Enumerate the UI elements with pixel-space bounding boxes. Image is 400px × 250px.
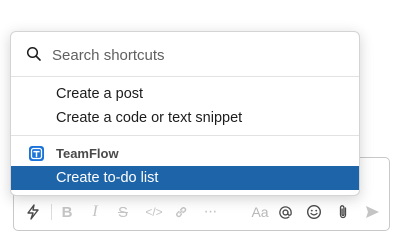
- send-icon[interactable]: [363, 202, 381, 222]
- italic-icon[interactable]: I: [88, 202, 102, 222]
- toolbar-divider: [51, 204, 52, 220]
- menu-divider: [11, 135, 359, 136]
- app-section-title: TeamFlow: [56, 146, 119, 161]
- shortcuts-menu: Create a post Create a code or text snip…: [10, 31, 360, 196]
- link-icon[interactable]: [173, 202, 189, 222]
- shortcuts-search-row: [11, 32, 359, 77]
- lightning-bolt-icon[interactable]: [24, 202, 42, 222]
- attachment-icon[interactable]: [335, 202, 351, 222]
- search-icon: [26, 46, 42, 62]
- strikethrough-icon[interactable]: S: [115, 202, 131, 222]
- composer-toolbar: B I S </> ··· Aa: [14, 194, 389, 230]
- code-icon[interactable]: </>: [144, 202, 164, 222]
- bold-icon[interactable]: B: [59, 202, 75, 222]
- mention-icon[interactable]: [276, 202, 294, 222]
- app-section-header: TeamFlow: [11, 144, 359, 164]
- menu-item-create-post[interactable]: Create a post: [11, 82, 359, 106]
- text-style-button[interactable]: Aa: [250, 202, 270, 222]
- emoji-icon[interactable]: [305, 202, 323, 222]
- menu-item-create-todo-list[interactable]: Create to-do list: [11, 166, 359, 190]
- search-input[interactable]: [52, 44, 342, 66]
- more-icon[interactable]: ···: [201, 202, 219, 222]
- teamflow-logo-icon: [29, 146, 44, 161]
- menu-item-create-snippet[interactable]: Create a code or text snippet: [11, 106, 359, 130]
